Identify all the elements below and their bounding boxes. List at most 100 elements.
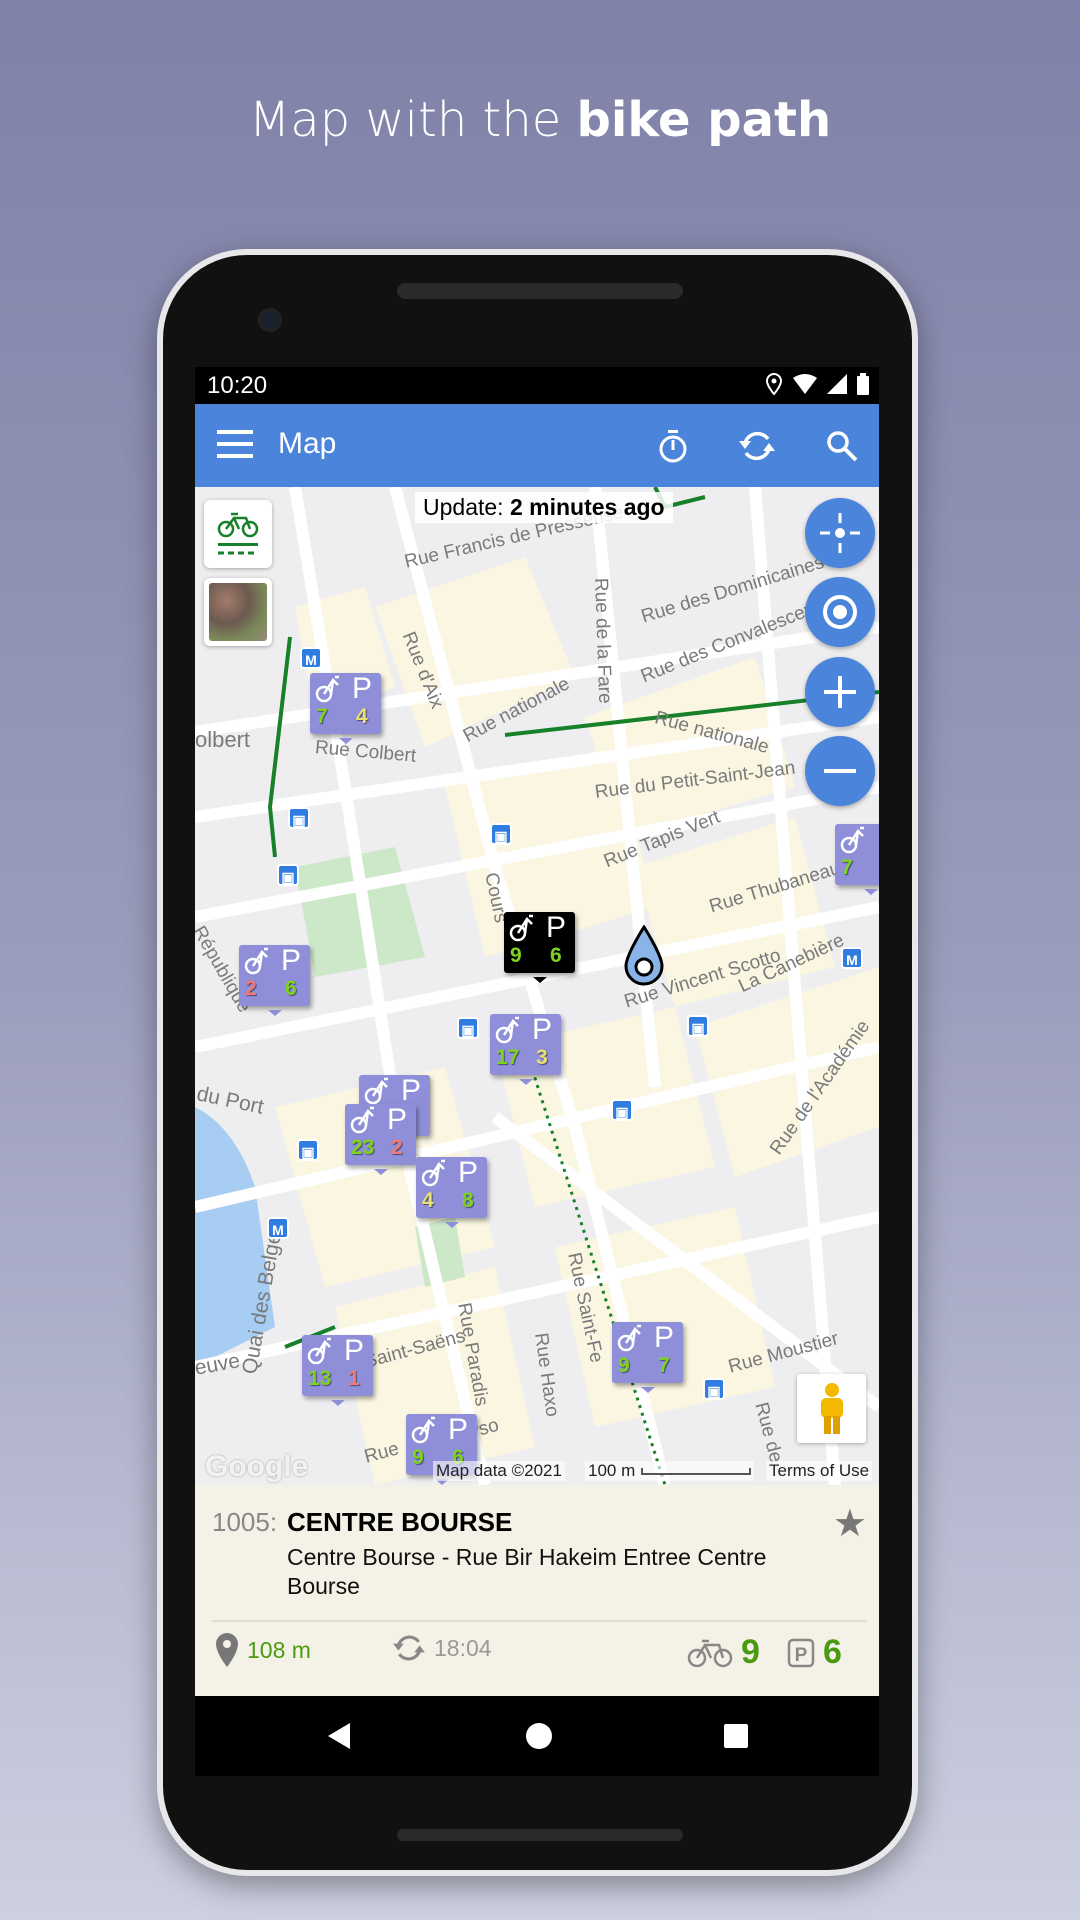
- station-marker[interactable]: P 13 1: [302, 1334, 373, 1406]
- parking-label: P: [532, 1013, 553, 1046]
- pegman-icon: [820, 1382, 843, 1434]
- distance-value: 108 m: [247, 1636, 311, 1663]
- update-time: 18:04: [434, 1634, 492, 1661]
- parking-icon: P: [787, 1638, 815, 1667]
- satellite-layer-button[interactable]: [204, 578, 272, 646]
- station-marker[interactable]: P 17 3: [490, 1013, 561, 1085]
- screen: 10:20 Map Rue Francis de Pressensé Rue d…: [195, 367, 879, 1776]
- distance: 108 m: [215, 1633, 311, 1667]
- marker-stands: 1: [348, 1367, 360, 1390]
- speaker: [397, 283, 683, 299]
- tram-stop-icon[interactable]: ▣: [611, 1099, 633, 1121]
- selected-station-marker[interactable]: P 9 6: [504, 911, 575, 983]
- map-view[interactable]: Rue Francis de Pressensé Rue des Dominic…: [195, 487, 879, 1485]
- app-bar: Map: [195, 404, 879, 487]
- zoom-out-icon: [824, 769, 856, 773]
- street-view-button[interactable]: [797, 1374, 866, 1443]
- bicycle-icon: [617, 1324, 641, 1352]
- scale-bar: 100 m: [585, 1461, 755, 1481]
- status-bar: 10:20: [195, 367, 879, 404]
- station-info-panel[interactable]: 1005: CENTRE BOURSE ★ Centre Bourse - Ru…: [195, 1485, 879, 1696]
- parking-label: P: [654, 1321, 675, 1354]
- parking-label: P: [281, 944, 302, 977]
- marker-stands: 8: [462, 1189, 474, 1212]
- update-status: Update: 2 minutes ago: [415, 492, 673, 523]
- marker-bikes: 9: [412, 1446, 424, 1469]
- bike-path-layer-button[interactable]: [204, 500, 272, 568]
- battery-icon: [857, 373, 869, 395]
- tram-stop-icon[interactable]: ▣: [687, 1015, 709, 1037]
- bicycle-icon: [421, 1159, 445, 1187]
- svg-text:P: P: [795, 1645, 808, 1666]
- metro-icon[interactable]: M: [841, 947, 863, 969]
- bus-stop-icon[interactable]: ▣: [288, 807, 310, 829]
- stands-count: 6: [823, 1633, 842, 1671]
- bicycle-icon: [495, 1016, 519, 1044]
- camera: [258, 308, 282, 332]
- bicycle-icon: [411, 1416, 435, 1444]
- marker-bikes: 7: [841, 856, 853, 879]
- refresh-icon[interactable]: [735, 424, 779, 468]
- bicycle-icon: [840, 826, 864, 854]
- zoom-in-button[interactable]: [805, 657, 875, 727]
- station-marker[interactable]: P 9 7: [612, 1321, 683, 1393]
- street-label: Rue de la Fare: [590, 577, 616, 704]
- marker-bikes: 17: [496, 1046, 520, 1069]
- marker-stands: 4: [356, 705, 368, 728]
- signal-icon: [827, 374, 847, 394]
- parking-label: P: [546, 911, 567, 944]
- bicycle-icon: [509, 914, 533, 942]
- bicycle-icon: [244, 947, 268, 975]
- station-marker[interactable]: P 2 6: [239, 944, 310, 1016]
- center-icon: [820, 513, 860, 553]
- menu-icon[interactable]: [217, 430, 253, 460]
- favorite-star-icon[interactable]: ★: [833, 1501, 867, 1546]
- bus-stop-icon[interactable]: ▣: [277, 864, 299, 886]
- map-data-attribution: Map data ©2021: [433, 1461, 565, 1481]
- station-marker[interactable]: P 7 4: [310, 672, 381, 744]
- app-title: Map: [278, 427, 337, 460]
- google-logo: Google: [205, 1450, 309, 1483]
- marker-bikes: 9: [510, 944, 522, 967]
- bus-stop-icon[interactable]: ▣: [297, 1139, 319, 1161]
- available-bikes: 9: [687, 1633, 760, 1672]
- tram-stop-icon[interactable]: ▣: [703, 1378, 725, 1400]
- station-name: CENTRE BOURSE: [287, 1507, 513, 1537]
- home-icon[interactable]: [519, 1716, 559, 1756]
- station-marker[interactable]: P 4 8: [416, 1156, 487, 1228]
- parking-label: P: [352, 672, 373, 705]
- street-label: olbert: [195, 727, 251, 752]
- recents-icon[interactable]: [716, 1716, 756, 1756]
- parking-label: P: [387, 1103, 408, 1136]
- zoom-out-button[interactable]: [805, 736, 875, 806]
- station-marker[interactable]: P7: [835, 823, 879, 895]
- bicycle-icon: [315, 675, 339, 703]
- satellite-thumbnail: [209, 583, 267, 641]
- headline: Map with the bike path: [0, 92, 1080, 148]
- bus-stop-icon[interactable]: ▣: [457, 1017, 479, 1039]
- metro-icon[interactable]: M: [267, 1217, 289, 1239]
- location-icon: [765, 373, 783, 395]
- search-icon[interactable]: [820, 424, 864, 468]
- back-icon[interactable]: [319, 1716, 359, 1756]
- bicycle-icon: [350, 1106, 374, 1134]
- bicycle-icon: [307, 1337, 331, 1365]
- terms-of-use-link[interactable]: Terms of Use: [766, 1461, 873, 1481]
- location-pin-icon: [216, 1633, 238, 1667]
- center-map-button[interactable]: [805, 498, 875, 568]
- metro-icon[interactable]: M: [300, 647, 322, 669]
- parking-label: P: [344, 1334, 365, 1367]
- bicycle-icon: [687, 1639, 733, 1667]
- tram-stop-icon[interactable]: ▣: [490, 823, 512, 845]
- parking-label: P: [458, 1156, 479, 1189]
- timer-icon[interactable]: [651, 424, 695, 468]
- marker-bikes: 2: [245, 977, 257, 1000]
- divider: [212, 1620, 867, 1622]
- headline-text: Map with the: [248, 92, 577, 148]
- station-marker[interactable]: P 23 2: [345, 1103, 416, 1175]
- bicycle-icon: [364, 1077, 388, 1105]
- my-location-button[interactable]: [805, 577, 875, 647]
- available-stands: P 6: [787, 1633, 842, 1672]
- wifi-icon: [793, 374, 817, 394]
- parking-label: P: [877, 823, 879, 857]
